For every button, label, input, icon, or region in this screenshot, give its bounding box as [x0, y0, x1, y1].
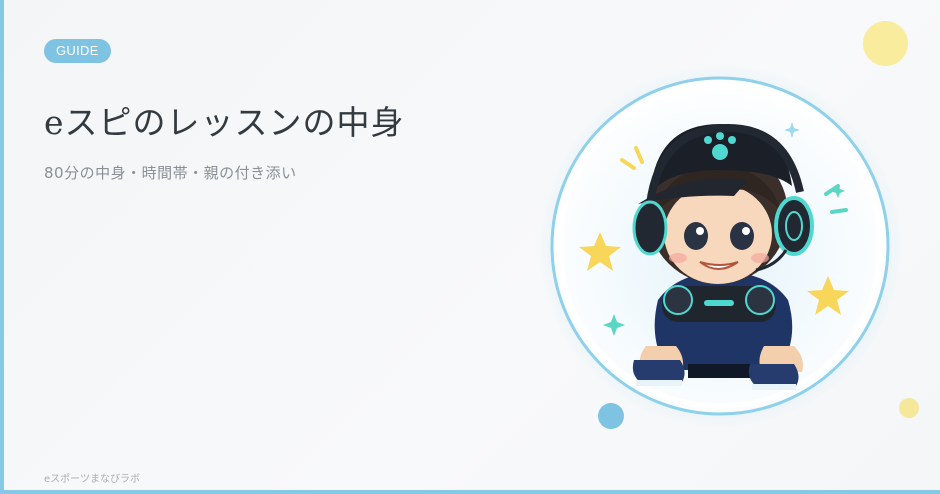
page-title: eスピのレッスンの中身	[44, 103, 405, 142]
gamer-kid-illustration	[538, 64, 902, 428]
decorative-dot-yellow-small	[899, 398, 919, 418]
category-badge: GUIDE	[44, 39, 111, 63]
page-subtitle: 80分の中身・時間帯・親の付き添い	[44, 164, 297, 182]
left-accent-bar	[0, 0, 4, 494]
bottom-accent-bar	[0, 490, 940, 494]
site-brand: eスポーツまなびラボ	[44, 474, 140, 485]
decorative-dot-yellow-large	[863, 21, 908, 66]
